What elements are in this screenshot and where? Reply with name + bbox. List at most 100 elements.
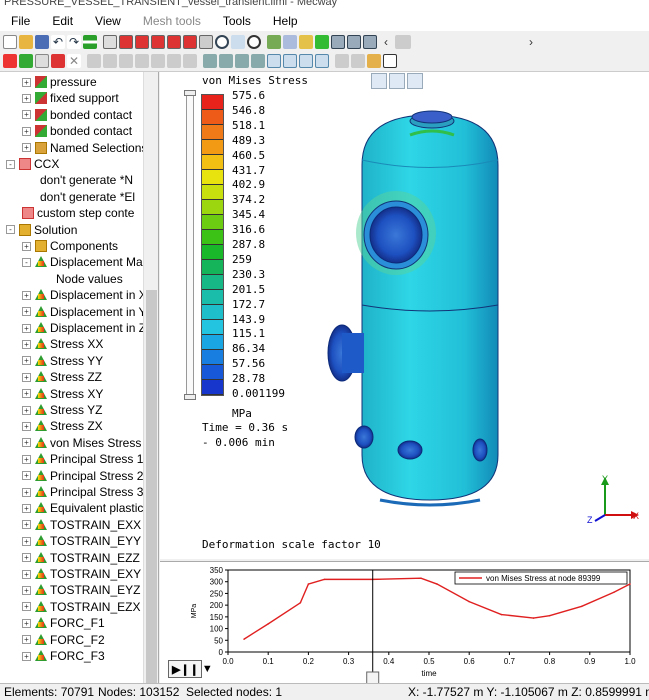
tree-item[interactable]: + TOSTRAIN_EZX [22, 599, 140, 615]
expand-icon[interactable]: + [22, 438, 31, 448]
filter-icon[interactable] [203, 54, 217, 68]
tree-item[interactable]: + pressure [22, 74, 97, 90]
tree-item[interactable]: + Stress XY [22, 386, 103, 402]
tree-item[interactable]: + von Mises Stress [22, 435, 141, 451]
view-front-icon[interactable] [119, 34, 133, 49]
pressure-vessel-model[interactable] [320, 105, 500, 515]
select-node-icon[interactable] [3, 54, 17, 68]
expand-icon[interactable]: + [22, 356, 31, 366]
tree-item[interactable]: + Principal Stress 3 [22, 484, 143, 500]
tree-item[interactable]: + Stress YZ [22, 402, 102, 418]
tree-item[interactable]: + FORC_F3 [22, 648, 105, 664]
collapse-icon[interactable]: - [6, 159, 15, 169]
tree-item[interactable]: + Stress ZZ [22, 369, 102, 385]
expand-icon[interactable]: + [22, 241, 31, 251]
redo-icon[interactable]: ↷ [67, 34, 81, 49]
expand-icon[interactable]: + [22, 635, 31, 645]
view-bottom-icon[interactable] [199, 34, 213, 49]
select-icon[interactable] [283, 34, 297, 49]
mesh-icon[interactable] [267, 34, 281, 49]
select-element-icon[interactable] [19, 54, 33, 68]
expand-icon[interactable]: + [22, 77, 31, 87]
tree-item[interactable]: + fixed support [22, 90, 119, 106]
tree-item[interactable]: + Stress ZX [22, 418, 103, 434]
expand-icon[interactable]: + [22, 651, 31, 661]
select-face-icon[interactable] [35, 54, 49, 68]
display-mode-3-icon[interactable] [299, 54, 313, 68]
surface-icon[interactable] [315, 34, 329, 49]
expand-icon[interactable]: + [22, 307, 31, 317]
expand-icon[interactable]: + [22, 487, 31, 497]
expand-icon[interactable]: + [22, 339, 31, 349]
expand-icon[interactable]: + [22, 110, 31, 120]
expand-icon[interactable]: + [22, 520, 31, 530]
tree-item[interactable]: + bonded contact [22, 107, 132, 123]
tree-item[interactable]: + bonded contact [22, 123, 132, 139]
measure-icon[interactable] [351, 54, 365, 68]
new-file-icon[interactable] [3, 34, 17, 49]
show-icon[interactable] [183, 54, 197, 68]
view-cursor-icon[interactable] [371, 73, 387, 89]
expand-icon[interactable]: + [22, 536, 31, 546]
tree-item[interactable]: + Stress YY [22, 353, 103, 369]
expand-icon[interactable]: + [22, 405, 31, 415]
tree-item[interactable]: + Named Selections [22, 140, 147, 156]
legend-slider-top-handle[interactable] [184, 90, 196, 96]
expand-icon[interactable]: + [22, 569, 31, 579]
view-cube-icon[interactable] [389, 73, 405, 89]
shrink-select-icon[interactable] [135, 54, 149, 68]
expand-icon[interactable]: + [22, 323, 31, 333]
expand-icon[interactable]: + [22, 290, 31, 300]
expand-icon[interactable]: + [22, 93, 31, 103]
tree-item[interactable]: + TOSTRAIN_EZZ [22, 550, 140, 566]
view-top-icon[interactable] [183, 34, 197, 49]
tree-item[interactable]: + FORC_F1 [22, 615, 105, 631]
highlight-icon[interactable] [299, 34, 313, 49]
cube-edges-icon[interactable] [363, 34, 377, 49]
fit-icon[interactable] [231, 34, 245, 49]
chevron-left-icon[interactable]: ‹ [381, 35, 391, 49]
tree-item[interactable]: + Components [22, 238, 118, 254]
tree-item[interactable]: - CCX [6, 156, 59, 172]
expand-icon[interactable]: + [22, 126, 31, 136]
box-select-icon[interactable] [87, 54, 101, 68]
hide-icon[interactable] [167, 54, 181, 68]
display-mode-4-icon[interactable] [315, 54, 329, 68]
tree-item[interactable]: custom step conte [22, 205, 134, 221]
expand-icon[interactable]: + [22, 585, 31, 595]
view-cube-alt-icon[interactable] [407, 73, 423, 89]
expand-icon[interactable]: + [22, 553, 31, 563]
tree-item[interactable]: - Displacement Ma [22, 254, 143, 270]
probe-icon[interactable] [251, 54, 265, 68]
cube-frame-icon[interactable] [347, 34, 361, 49]
tree-item[interactable]: + TOSTRAIN_EXX [22, 517, 141, 533]
color-swatch[interactable] [395, 34, 411, 49]
rotate-icon[interactable] [247, 34, 261, 49]
expand-icon[interactable]: + [22, 143, 31, 153]
menu-edit[interactable]: Edit [41, 10, 84, 32]
tree-item[interactable]: + Stress XX [22, 336, 103, 352]
undo-icon[interactable]: ↶ [51, 34, 65, 49]
open-folder-icon[interactable] [19, 34, 33, 49]
tree-item[interactable]: Node values [56, 271, 123, 287]
tree-scrollbar[interactable] [143, 72, 158, 700]
legend-range-slider[interactable] [186, 92, 194, 400]
tree-item[interactable]: + TOSTRAIN_EYZ [22, 582, 140, 598]
play-pause-button[interactable]: ▶❙❙ ▼ [168, 660, 213, 678]
menu-tools[interactable]: Tools [212, 10, 262, 32]
menu-file[interactable]: File [0, 10, 41, 32]
tree-scrollbar-thumb[interactable] [146, 290, 157, 700]
tree-item[interactable]: don't generate *N [40, 172, 133, 188]
tree-item[interactable]: - Solution [6, 222, 77, 238]
tree-item[interactable]: don't generate *El [40, 189, 135, 205]
view-left-icon[interactable] [151, 34, 165, 49]
table-icon[interactable] [383, 54, 397, 68]
menu-help[interactable]: Help [262, 10, 309, 32]
display-mode-2-icon[interactable] [283, 54, 297, 68]
view-iso-icon[interactable] [103, 34, 117, 49]
menu-mesh-tools[interactable]: Mesh tools [132, 10, 212, 32]
tree-item[interactable]: + TOSTRAIN_EYY [22, 533, 141, 549]
view-right-icon[interactable] [167, 34, 181, 49]
expand-icon[interactable]: + [22, 421, 31, 431]
time-history-chart[interactable]: 0 50 100 150 200 250 300 350 0.0 0.1 0.2 0.3 0.4 0.5 0… [160, 562, 649, 684]
